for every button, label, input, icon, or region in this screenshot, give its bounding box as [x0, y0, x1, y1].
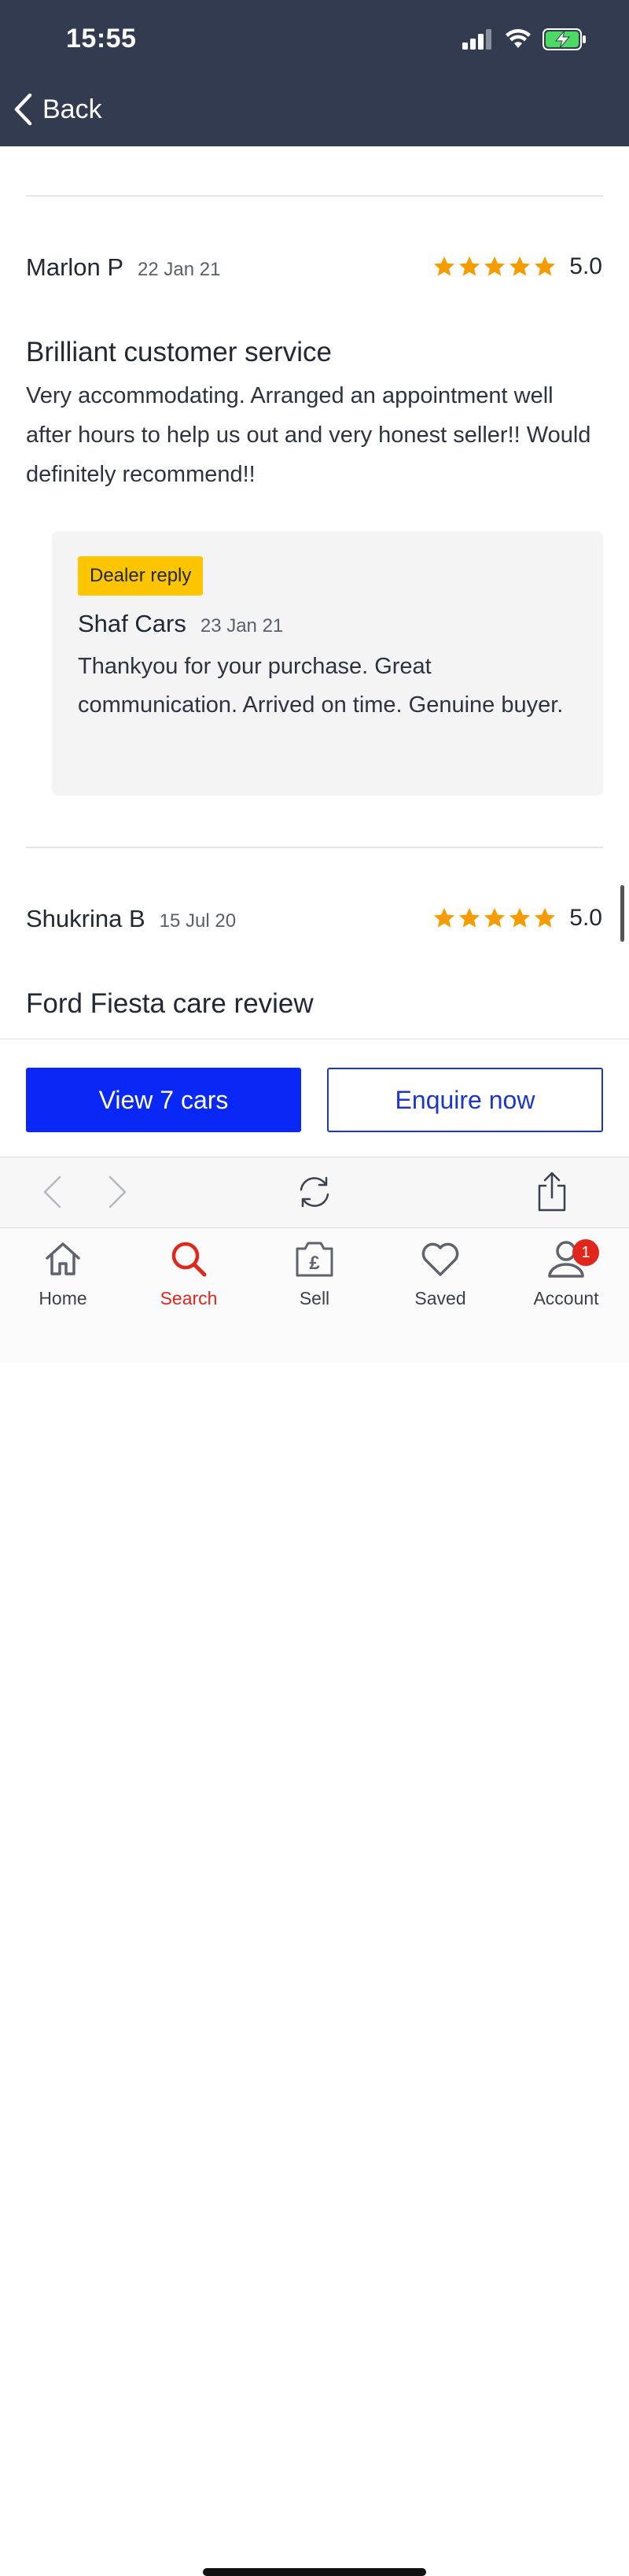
reply-date: 23 Jan 21 [200, 615, 284, 637]
rating-value: 5.0 [569, 905, 602, 931]
chevron-left-icon [43, 1175, 61, 1209]
chevron-left-icon [14, 93, 32, 126]
tab-saved[interactable]: Saved [385, 1238, 495, 1316]
home-indicator [203, 2568, 426, 2576]
browser-toolbar [0, 1157, 629, 1228]
star-rating [432, 255, 557, 279]
tab-label: Saved [414, 1288, 466, 1308]
notification-badge: 1 [572, 1239, 599, 1266]
signal-icon [462, 29, 491, 50]
review-rating: 5.0 [432, 253, 602, 280]
star-icon [535, 907, 556, 928]
reviewer-name: Marlon P [26, 253, 124, 281]
back-label: Back [42, 94, 102, 124]
svg-text:£: £ [309, 1253, 320, 1274]
status-icons [462, 28, 587, 50]
star-icon [459, 907, 480, 928]
reviewer-info: Marlon P 22 Jan 21 [26, 253, 220, 282]
review-rating: 5.0 [432, 905, 602, 932]
sell-icon: £ [296, 1242, 333, 1277]
back-button[interactable]: Back [13, 93, 102, 126]
star-icon [535, 256, 556, 276]
cta-bar: View 7 cars Enquire now [0, 1039, 629, 1157]
tab-account[interactable]: 1 Account [511, 1238, 621, 1316]
browser-share-button[interactable] [532, 1172, 572, 1212]
view-cars-button[interactable]: View 7 cars [26, 1068, 301, 1132]
star-rating [432, 906, 557, 930]
reply-author-name: Shaf Cars [78, 610, 186, 637]
share-icon [538, 1172, 566, 1212]
refresh-icon [300, 1176, 329, 1208]
reviews-list[interactable]: Marlon P 22 Jan 21 5.0 Brilliant custome… [0, 146, 629, 1039]
tab-label: Search [160, 1288, 218, 1308]
enquire-now-button[interactable]: Enquire now [327, 1068, 603, 1132]
star-icon [484, 907, 506, 928]
review-body: Very accommodating. Arranged an appointm… [26, 383, 591, 487]
battery-charging-icon [543, 28, 586, 50]
heart-icon [421, 1242, 459, 1276]
star-icon [459, 256, 480, 276]
reviewer-name: Shukrina B [26, 905, 145, 932]
tab-label: Sell [299, 1288, 330, 1308]
review-title: Brilliant customer service [26, 337, 332, 367]
tab-home[interactable]: Home [8, 1238, 118, 1316]
tab-bar: Home Search £ Sell Saved 1 Account [0, 1227, 629, 2576]
star-icon [509, 907, 531, 928]
divider [26, 195, 603, 197]
reply-text: Thankyou for your purchase. Great commun… [78, 654, 564, 718]
scrollbar-thumb[interactable] [620, 885, 624, 942]
review-date: 15 Jul 20 [159, 910, 237, 932]
star-icon [434, 907, 455, 928]
review-date: 22 Jan 21 [138, 259, 221, 280]
divider [26, 847, 603, 848]
star-icon [484, 256, 506, 276]
reply-author-info: Shaf Cars 23 Jan 21 [78, 610, 283, 638]
status-time: 15:55 [66, 24, 137, 54]
browser-back-button[interactable] [31, 1172, 72, 1212]
chevron-right-icon [109, 1175, 127, 1209]
dealer-reply: Dealer reply Shaf Cars 23 Jan 21 Thankyo… [52, 531, 603, 795]
tab-label: Account [533, 1288, 599, 1308]
tab-sell[interactable]: £ Sell [259, 1238, 370, 1316]
star-icon [434, 256, 455, 276]
dealer-reply-badge: Dealer reply [78, 556, 204, 596]
home-icon [46, 1242, 80, 1275]
star-icon [509, 256, 531, 276]
reviewer-info: Shukrina B 15 Jul 20 [26, 905, 236, 933]
browser-forward-button[interactable] [97, 1172, 138, 1212]
rating-value: 5.0 [569, 253, 602, 279]
app-header: 15:55 Back [0, 0, 629, 146]
review-title: Ford Fiesta care review [26, 988, 314, 1019]
browser-reload-button[interactable] [294, 1172, 335, 1212]
search-icon [171, 1242, 207, 1277]
tab-search[interactable]: Search [134, 1238, 244, 1316]
wifi-icon [506, 29, 531, 48]
tab-label: Home [39, 1288, 87, 1308]
